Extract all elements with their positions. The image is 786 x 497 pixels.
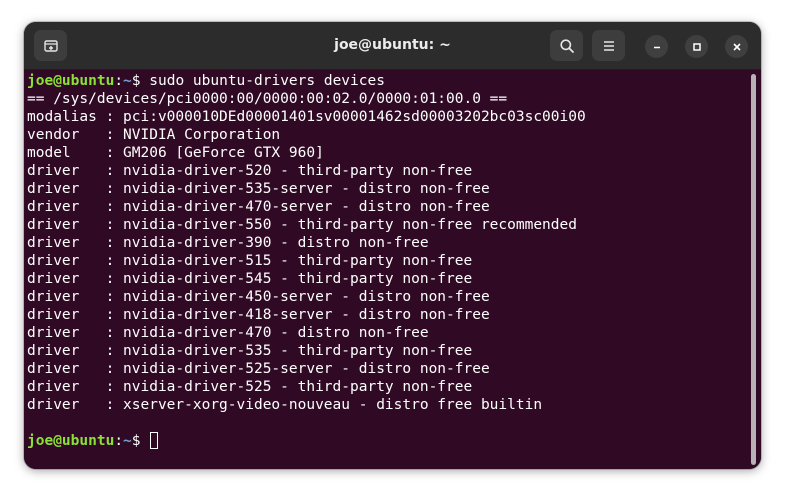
output-line: driver : nvidia-driver-450-server - dist… bbox=[27, 289, 490, 305]
command-text: sudo ubuntu-drivers devices bbox=[149, 73, 385, 89]
maximize-button[interactable] bbox=[685, 35, 708, 58]
output-line: driver : nvidia-driver-525-server - dist… bbox=[27, 361, 490, 377]
maximize-icon bbox=[692, 42, 701, 51]
menu-button[interactable] bbox=[592, 30, 625, 61]
scrollbar[interactable] bbox=[751, 74, 756, 465]
new-tab-button[interactable] bbox=[34, 30, 67, 61]
output-line: driver : nvidia-driver-390 - distro non-… bbox=[27, 235, 429, 251]
output-line: driver : nvidia-driver-545 - third-party… bbox=[27, 271, 473, 287]
output-line: modalias : pci:v000010DEd00001401sv00001… bbox=[27, 109, 586, 125]
prompt-path: ~ bbox=[123, 73, 132, 89]
prompt-symbol: $ bbox=[131, 433, 150, 449]
prompt-separator: : bbox=[114, 433, 124, 449]
minimize-button[interactable] bbox=[645, 35, 668, 58]
output-line: driver : nvidia-driver-418-server - dist… bbox=[27, 307, 490, 323]
hamburger-menu-icon bbox=[603, 40, 614, 51]
close-icon bbox=[732, 42, 741, 51]
search-button[interactable] bbox=[550, 30, 583, 61]
output-line: driver : nvidia-driver-550 - third-party… bbox=[27, 217, 577, 233]
output-line: driver : nvidia-driver-470 - distro non-… bbox=[27, 325, 429, 341]
prompt-path: ~ bbox=[123, 433, 132, 449]
terminal-window: joe@ubuntu: ~ joe@ubuntu:~$ sudo ubuntu-… bbox=[24, 22, 761, 469]
prompt-symbol: $ bbox=[131, 73, 150, 89]
terminal-output-area[interactable]: joe@ubuntu:~$ sudo ubuntu-drivers device… bbox=[24, 70, 761, 469]
text-cursor bbox=[150, 432, 159, 449]
output-line: driver : nvidia-driver-470-server - dist… bbox=[27, 199, 490, 215]
minimize-icon bbox=[653, 46, 660, 48]
prompt-user: joe@ubuntu bbox=[27, 73, 115, 89]
output-line: driver : nvidia-driver-535-server - dist… bbox=[27, 181, 490, 197]
output-line: driver : nvidia-driver-535 - third-party… bbox=[27, 343, 473, 359]
close-button[interactable] bbox=[725, 35, 748, 58]
prompt-separator: : bbox=[114, 73, 124, 89]
new-tab-icon bbox=[43, 39, 58, 52]
output-line: vendor : NVIDIA Corporation bbox=[27, 127, 281, 143]
output-line: driver : nvidia-driver-525 - third-party… bbox=[27, 379, 473, 395]
output-line: driver : nvidia-driver-515 - third-party… bbox=[27, 253, 473, 269]
output-line: driver : nvidia-driver-520 - third-party… bbox=[27, 163, 473, 179]
command-line: joe@ubuntu:~$ sudo ubuntu-drivers device… bbox=[27, 72, 761, 90]
output-line: == /sys/devices/pci0000:00/0000:00:02.0/… bbox=[27, 91, 508, 107]
output-line: model : GM206 [GeForce GTX 960] bbox=[27, 145, 324, 161]
title-bar[interactable]: joe@ubuntu: ~ bbox=[24, 22, 761, 70]
prompt-line[interactable]: joe@ubuntu:~$ bbox=[27, 432, 761, 450]
search-icon bbox=[559, 38, 574, 53]
output-line: driver : xserver-xorg-video-nouveau - di… bbox=[27, 397, 543, 413]
prompt-user: joe@ubuntu bbox=[27, 433, 115, 449]
